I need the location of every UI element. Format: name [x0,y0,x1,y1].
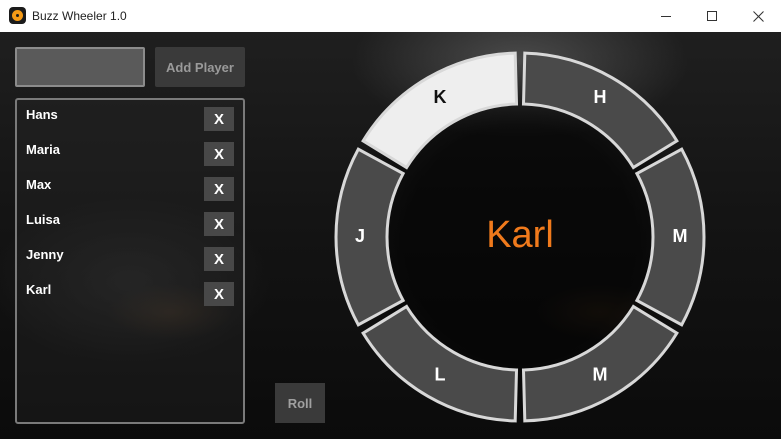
wheel: K H M M L J Karl [334,51,706,423]
wheel-segment [361,51,519,170]
wheel-segment-label: M [593,364,608,384]
wheel-segment-label: M [673,226,688,246]
wheel-segment [521,51,679,170]
app-logo-icon [9,7,26,24]
wheel-segment [334,147,406,327]
wheel-segment-label: H [594,87,607,107]
winner-name: Karl [486,214,554,256]
maximize-button[interactable] [689,0,735,32]
close-button[interactable] [735,0,781,32]
roll-button[interactable]: Roll [275,383,325,423]
wheel-segment [634,147,706,327]
wheel-segment-label: J [355,226,365,246]
maximize-icon [707,11,717,21]
title-bar: Buzz Wheeler 1.0 [0,0,781,32]
wheel-segment-label: K [434,87,447,107]
minimize-icon [661,15,671,17]
minimize-button[interactable] [643,0,689,32]
close-icon [752,10,764,22]
main-area: Add Player Hans X Maria X Max X Luisa X … [0,32,781,439]
wheel-segment-label: L [435,364,446,384]
window-title: Buzz Wheeler 1.0 [32,9,127,23]
